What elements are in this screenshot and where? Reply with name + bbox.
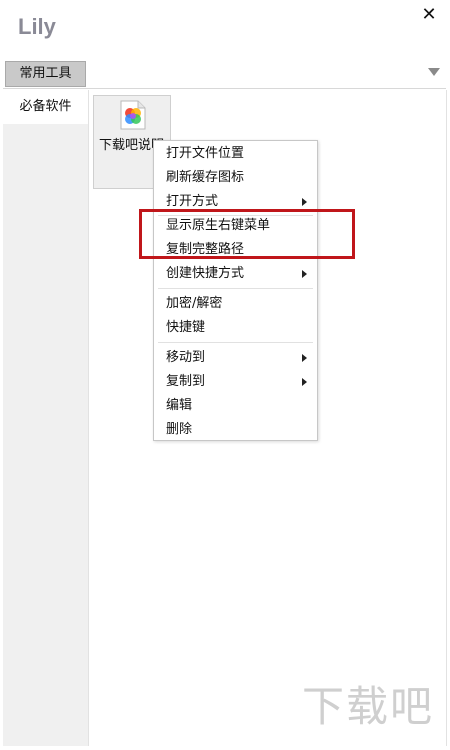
document-icon: [120, 100, 146, 130]
menu-item-open-with-label: 打开方式: [166, 194, 219, 209]
annotation-highlight-box: [139, 209, 355, 259]
sidebar: 必备软件: [3, 90, 88, 746]
watermark: 下载吧: [301, 682, 434, 731]
submenu-arrow-icon: [302, 354, 307, 362]
menu-separator: [158, 288, 313, 289]
submenu-arrow-icon: [302, 378, 307, 386]
menu-separator: [158, 342, 313, 343]
frame-border: [446, 90, 447, 746]
app-title: Lily: [18, 14, 56, 39]
menu-item-copy-to[interactable]: 复制到: [154, 370, 317, 394]
menu-item-open-location[interactable]: 打开文件位置: [154, 142, 317, 166]
menu-item-refresh-icon-cache[interactable]: 刷新缓存图标: [154, 166, 317, 190]
menu-item-move-to-label: 移动到: [166, 350, 206, 365]
close-icon: ✕: [421, 4, 437, 25]
close-button[interactable]: ✕: [418, 4, 440, 26]
menu-item-move-to[interactable]: 移动到: [154, 346, 317, 370]
tab-common-tools[interactable]: 常用工具: [5, 61, 86, 87]
menu-item-create-shortcut-label: 创建快捷方式: [166, 266, 245, 281]
sidebar-item-essential-software[interactable]: 必备软件: [3, 90, 88, 124]
context-menu: 打开文件位置 刷新缓存图标 打开方式 显示原生右键菜单 复制完整路径 创建快捷方…: [153, 140, 318, 441]
menu-item-edit[interactable]: 编辑: [154, 394, 317, 418]
dropdown-arrow-icon[interactable]: [428, 68, 440, 76]
menu-item-hotkey[interactable]: 快捷键: [154, 316, 317, 340]
submenu-arrow-icon: [302, 198, 307, 206]
tab-bar: 常用工具: [3, 60, 446, 89]
menu-item-delete[interactable]: 删除: [154, 418, 317, 442]
menu-item-create-shortcut[interactable]: 创建快捷方式: [154, 262, 317, 286]
menu-item-encrypt-decrypt[interactable]: 加密/解密: [154, 292, 317, 316]
submenu-arrow-icon: [302, 270, 307, 278]
menu-item-copy-to-label: 复制到: [166, 374, 206, 389]
